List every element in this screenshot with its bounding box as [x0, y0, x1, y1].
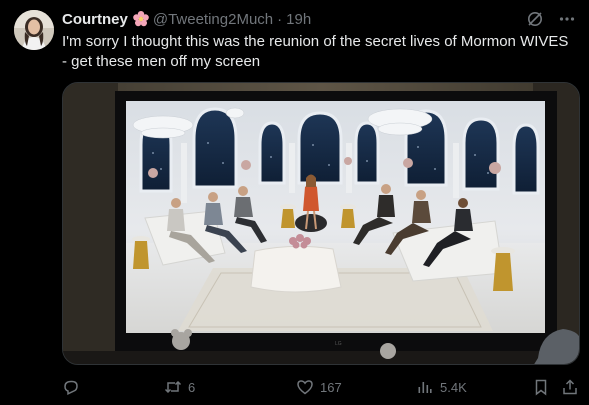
cherry-blossom-icon — [132, 10, 150, 28]
view-count: 5.4K — [440, 379, 467, 395]
top-actions — [525, 9, 577, 29]
retweet-count: 6 — [188, 379, 196, 395]
tv-photo: LG — [63, 83, 579, 364]
avatar[interactable] — [14, 10, 54, 50]
retweet-button[interactable]: 6 — [164, 376, 195, 398]
heart-icon — [297, 380, 313, 395]
display-name[interactable]: Courtney — [62, 11, 128, 28]
action-bar: 6 167 5.4K — [62, 376, 580, 398]
separator-dot: · — [277, 10, 283, 28]
like-button[interactable]: 167 — [296, 376, 342, 398]
tv-brand-mark: LG — [335, 341, 342, 347]
tweet-header: Courtney @Tweeting2Much · 19h — [62, 9, 311, 29]
bookmark-icon — [535, 379, 547, 396]
share-button[interactable] — [561, 376, 579, 398]
like-count: 167 — [320, 379, 342, 395]
tweet-photo[interactable]: LG — [62, 82, 580, 365]
handle[interactable]: @Tweeting2Much — [153, 11, 273, 28]
tweet-text: I'm sorry I thought this was the reunion… — [62, 33, 573, 70]
views-icon — [418, 382, 432, 393]
grok-icon[interactable] — [525, 9, 545, 29]
reply-icon — [64, 380, 78, 395]
share-icon — [563, 379, 577, 395]
timestamp[interactable]: 19h — [286, 11, 311, 28]
reply-button[interactable] — [62, 376, 86, 398]
more-options-icon[interactable] — [557, 9, 577, 29]
retweet-icon — [164, 380, 182, 394]
views-button[interactable]: 5.4K — [416, 376, 467, 398]
avatar-image — [14, 10, 54, 50]
tweet[interactable]: Courtney @Tweeting2Much · 19h I'm sorry … — [0, 0, 589, 405]
bookmark-button[interactable] — [532, 376, 550, 398]
